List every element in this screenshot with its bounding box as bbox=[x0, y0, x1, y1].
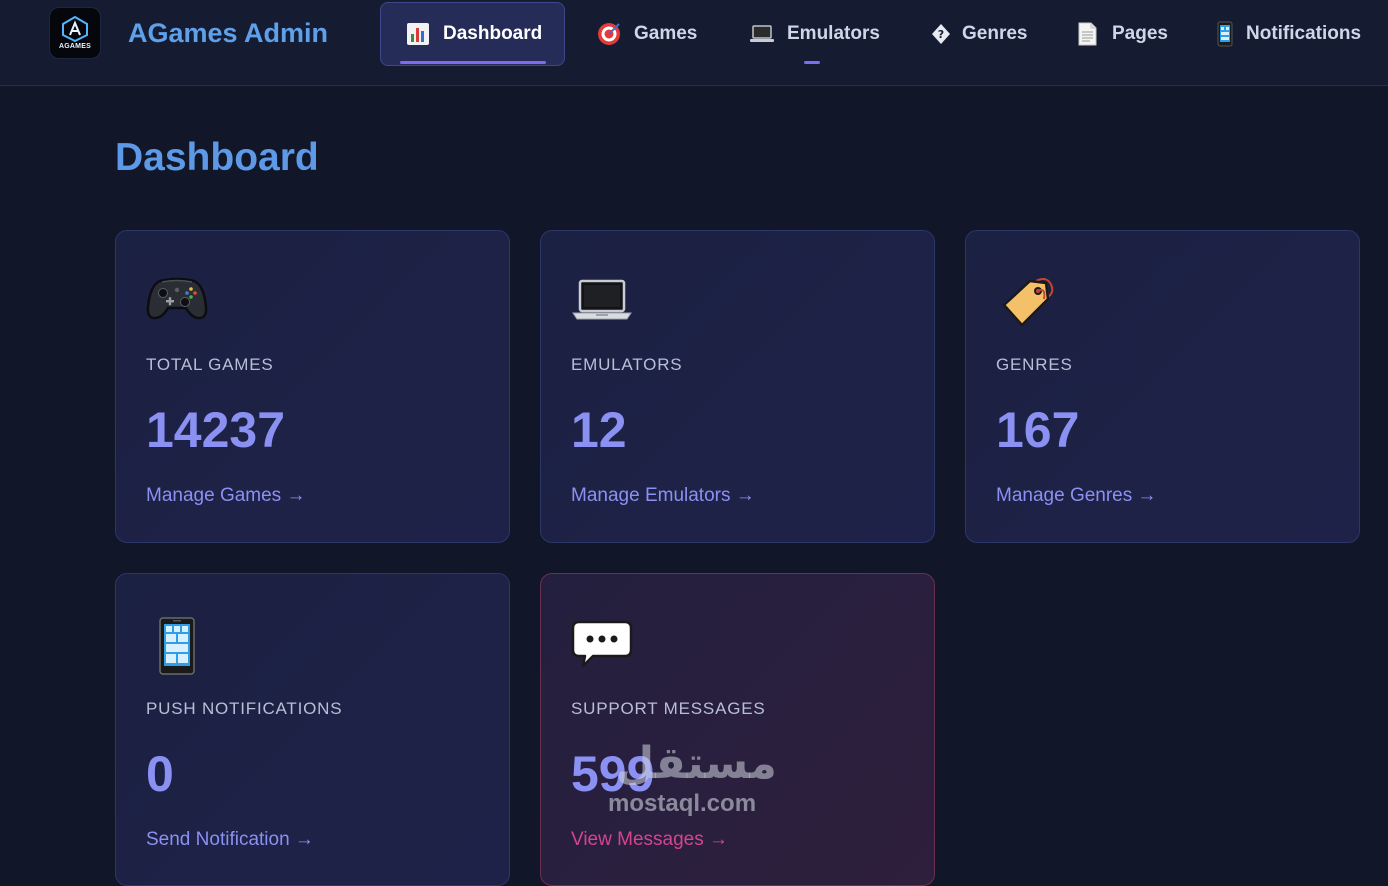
stat-value: 167 bbox=[996, 402, 1080, 458]
stat-card-genres[interactable]: GENRES 167 Manage Genres → bbox=[965, 230, 1360, 543]
view-messages-link[interactable]: View Messages → bbox=[571, 829, 728, 851]
manage-genres-link[interactable]: Manage Genres → bbox=[996, 485, 1157, 507]
nav-label-emulators: Emulators bbox=[787, 23, 880, 44]
top-navigation-bar: AGAMES AGames Admin Dashboard Games Emul… bbox=[0, 0, 1388, 86]
target-icon bbox=[596, 21, 622, 47]
stat-value: 599 bbox=[571, 746, 655, 802]
manage-emulators-link[interactable]: Manage Emulators → bbox=[571, 485, 755, 507]
nav-item-notifications[interactable]: Notifications bbox=[1212, 2, 1361, 66]
stat-card-push-notifications[interactable]: PUSH NOTIFICATIONS 0 Send Notification → bbox=[115, 573, 510, 886]
stat-label: SUPPORT MESSAGES bbox=[571, 699, 766, 718]
nav-item-dashboard[interactable]: Dashboard bbox=[380, 2, 566, 66]
stat-value: 0 bbox=[146, 746, 174, 802]
stat-card-total-games[interactable]: TOTAL GAMES 14237 Manage Games → bbox=[115, 230, 510, 543]
nav-item-pages[interactable]: Pages bbox=[1074, 2, 1168, 66]
app-title[interactable]: AGames Admin bbox=[128, 18, 328, 49]
page-title: Dashboard bbox=[115, 136, 319, 179]
gamepad-icon bbox=[146, 273, 212, 339]
nav-label-dashboard: Dashboard bbox=[443, 23, 543, 44]
phone-icon bbox=[146, 616, 212, 682]
stat-label: TOTAL GAMES bbox=[146, 355, 274, 374]
hover-tab-indicator bbox=[804, 61, 820, 64]
logo-emblem-icon bbox=[62, 16, 88, 42]
manage-games-link[interactable]: Manage Games → bbox=[146, 485, 305, 507]
nav-label-notifications: Notifications bbox=[1246, 23, 1362, 44]
bar-chart-icon bbox=[405, 21, 431, 47]
nav-item-genres[interactable]: ? Genres bbox=[928, 2, 1027, 66]
phone-icon bbox=[1212, 21, 1238, 47]
laptop-icon bbox=[749, 21, 775, 47]
active-tab-indicator bbox=[400, 61, 546, 64]
nav-label-genres: Genres bbox=[962, 23, 1028, 44]
logo-text: AGAMES bbox=[59, 43, 91, 50]
nav-label-pages: Pages bbox=[1112, 23, 1168, 44]
send-notification-link[interactable]: Send Notification → bbox=[146, 829, 314, 851]
laptop-icon bbox=[571, 273, 637, 339]
page-icon bbox=[1074, 21, 1100, 47]
nav-item-emulators[interactable]: Emulators bbox=[749, 2, 880, 66]
svg-text:?: ? bbox=[938, 28, 944, 41]
speech-bubble-icon bbox=[571, 616, 637, 682]
diamond-question-icon: ? bbox=[928, 21, 954, 47]
stat-card-support-messages[interactable]: SUPPORT MESSAGES 599 View Messages → bbox=[540, 573, 935, 886]
stat-label: GENRES bbox=[996, 355, 1073, 374]
stat-label: PUSH NOTIFICATIONS bbox=[146, 699, 343, 718]
tag-icon bbox=[996, 273, 1062, 339]
stat-label: EMULATORS bbox=[571, 355, 683, 374]
nav-label-games: Games bbox=[634, 23, 698, 44]
nav-item-games[interactable]: Games bbox=[596, 2, 697, 66]
stat-card-emulators[interactable]: EMULATORS 12 Manage Emulators → bbox=[540, 230, 935, 543]
stat-value: 12 bbox=[571, 402, 627, 458]
stat-value: 14237 bbox=[146, 402, 286, 458]
app-logo[interactable]: AGAMES bbox=[50, 8, 100, 58]
